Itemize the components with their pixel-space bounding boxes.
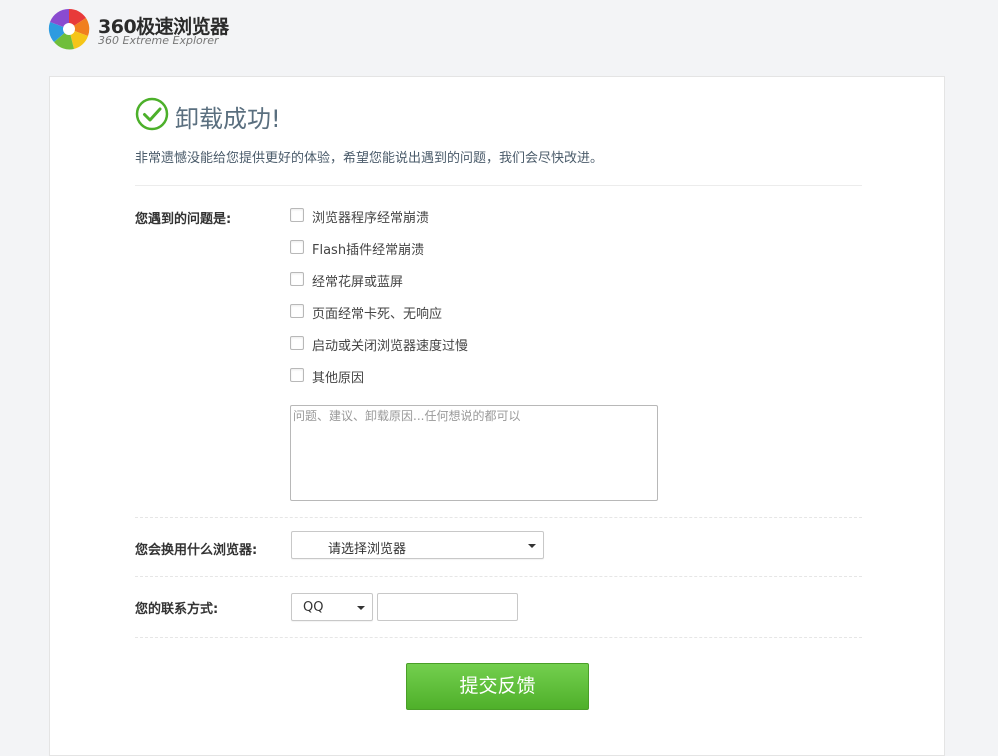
contact-type-value: QQ: [303, 600, 324, 615]
problem-option-label[interactable]: 页面经常卡死、无响应: [312, 303, 442, 322]
contact-input[interactable]: [377, 593, 518, 621]
browser-select-value: 请选择浏览器: [328, 542, 407, 557]
divider: [135, 185, 862, 186]
problem-checkbox[interactable]: [290, 304, 304, 318]
360-browser-logo-icon: [48, 8, 90, 50]
problem-checkbox[interactable]: [290, 272, 304, 286]
success-title: 卸载成功!: [175, 105, 281, 133]
problem-checkbox[interactable]: [290, 368, 304, 382]
problem-option-label[interactable]: 其他原因: [312, 367, 364, 386]
divider: [135, 576, 862, 577]
problem-checkbox[interactable]: [290, 240, 304, 254]
problem-option-label[interactable]: 启动或关闭浏览器速度过慢: [312, 335, 468, 354]
sorry-message: 非常遗憾没能给您提供更好的体验，希望您能说出遇到的问题，我们会尽快改进。: [135, 151, 604, 166]
problems-label: 您遇到的问题是:: [135, 212, 232, 227]
brand-logo: 360极速浏览器 360 Extreme Explorer: [48, 8, 268, 52]
feedback-textarea[interactable]: [290, 405, 658, 501]
submit-feedback-button[interactable]: 提交反馈: [406, 663, 589, 710]
caret-down-icon: [528, 544, 536, 548]
browser-choice-label: 您会换用什么浏览器:: [135, 543, 258, 558]
problem-option-label[interactable]: 经常花屏或蓝屏: [312, 271, 403, 290]
problem-checkbox[interactable]: [290, 336, 304, 350]
contact-type-select[interactable]: QQ: [291, 593, 373, 621]
problem-option-label[interactable]: Flash插件经常崩溃: [312, 239, 424, 258]
browser-select[interactable]: 请选择浏览器: [291, 531, 544, 559]
problem-option-label[interactable]: 浏览器程序经常崩溃: [312, 207, 429, 226]
contact-label: 您的联系方式:: [135, 602, 219, 617]
problem-checkbox[interactable]: [290, 208, 304, 222]
divider: [135, 637, 862, 638]
uninstall-feedback-card: 卸载成功! 非常遗憾没能给您提供更好的体验，希望您能说出遇到的问题，我们会尽快改…: [49, 76, 945, 756]
check-circle-icon: [135, 97, 169, 131]
divider: [135, 517, 862, 518]
brand-subtitle: 360 Extreme Explorer: [98, 34, 219, 47]
caret-down-icon: [357, 606, 365, 610]
